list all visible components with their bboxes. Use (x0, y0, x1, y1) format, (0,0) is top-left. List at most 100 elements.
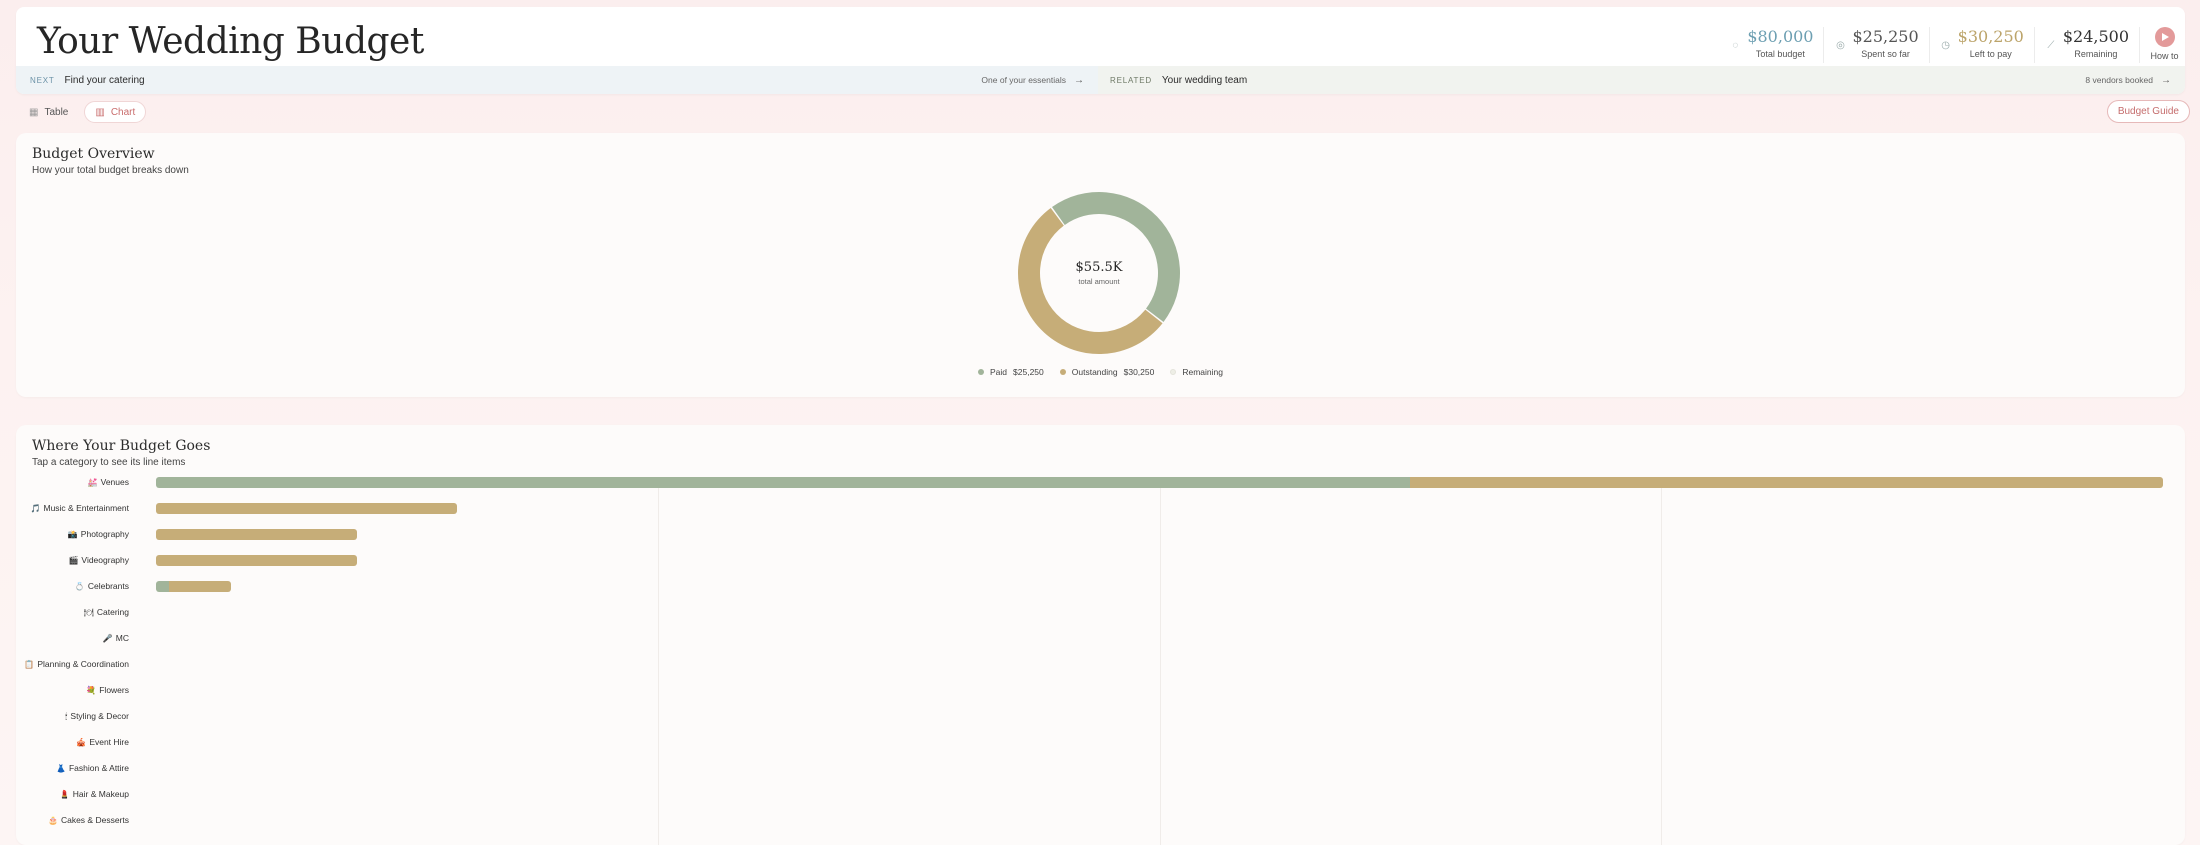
category-name: MC (115, 633, 129, 643)
gridline (1661, 480, 1663, 845)
legend-label: Outstanding (1071, 367, 1118, 377)
legend-value: $25,250 (1013, 367, 1044, 377)
category-label[interactable]: 🎤 MC (103, 633, 129, 643)
category-icon: 📸 (67, 530, 78, 539)
category-name: Celebrants (87, 581, 129, 591)
category-label[interactable]: 🎪 Event Hire (76, 737, 129, 747)
category-name: Event Hire (89, 737, 129, 747)
legend-label: Paid (990, 367, 1008, 377)
chart-view-button[interactable]: ▥ Chart (84, 101, 147, 123)
category-icon: 👗 (56, 764, 66, 773)
next-step-text: Find your catering (64, 74, 145, 86)
page-title: Your Wedding Budget (37, 21, 424, 62)
donut-total-label: total amount (1078, 277, 1120, 286)
stat-left-to-pay: ◷ $30,250 Left to pay (1928, 27, 2034, 63)
related-text: Your wedding team (1161, 74, 1248, 86)
legend-paid: Paid $25,250 (978, 367, 1044, 377)
bar-segment-outstanding[interactable] (1410, 476, 2163, 488)
table-view-button[interactable]: ▦ Table (19, 101, 78, 123)
stat-total-budget: ◌ $80,000 Total budget (1719, 27, 1823, 63)
chart-view-label: Chart (110, 106, 136, 118)
how-to-button[interactable]: How to (2139, 27, 2183, 63)
header-card: Your Wedding Budget ◌ $80,000 Total budg… (16, 7, 2185, 94)
category-icon: 🎪 (76, 738, 87, 747)
category-name: Videography (81, 555, 129, 565)
next-related-bar: NEXT Find your catering One of your esse… (16, 66, 2185, 94)
stat-label: Left to pay (1969, 49, 2012, 59)
category-label[interactable]: 🕯 Styling & Decor (65, 711, 129, 722)
stat-value: $24,500 (2062, 27, 2129, 46)
category-name: Music & Entertainment (43, 503, 129, 513)
category-name: Styling & Decor (70, 711, 129, 721)
category-icon: 🕯 (65, 712, 68, 721)
category-icon: 💐 (86, 686, 97, 695)
category-name: Catering (96, 607, 129, 617)
next-step-side: One of your essentials → (981, 75, 1084, 86)
category-icon: 🎤 (102, 634, 113, 643)
bar-segment-outstanding[interactable] (156, 502, 458, 514)
category-name: Hair & Makeup (72, 789, 129, 799)
category-icon: 🎬 (68, 556, 79, 565)
trend-icon: ⟋ (2047, 40, 2055, 51)
category-name: Photography (80, 529, 129, 539)
bar-segment-paid[interactable] (156, 580, 169, 592)
bar-segment-outstanding[interactable] (156, 554, 357, 566)
view-toggle: ▦ Table ▥ Chart (19, 101, 147, 123)
bar-segment-outstanding[interactable] (156, 528, 357, 540)
chart-icon: ▥ (95, 106, 105, 118)
next-step-hint: One of your essentials (981, 75, 1066, 85)
category-name: Fashion & Attire (68, 763, 129, 773)
legend-dot (978, 369, 985, 375)
category-label[interactable]: 🎵 Music & Entertainment (31, 503, 129, 513)
budget-stats: ◌ $80,000 Total budget ◎ $25,250 Spent s… (1719, 25, 2185, 65)
budget-breakdown-card: Where Your Budget Goes Tap a category to… (16, 425, 2185, 845)
category-icon: 🎵 (30, 504, 41, 513)
stat-spent: ◎ $25,250 Spent so far (1823, 27, 1928, 63)
category-label[interactable]: 📸 Photography (68, 529, 129, 539)
category-label[interactable]: 📋 Planning & Coordination (24, 659, 129, 669)
related-link[interactable]: RELATED Your wedding team 8 vendors book… (1098, 66, 2185, 94)
legend-outstanding: Outstanding $30,250 (1059, 367, 1155, 377)
category-label[interactable]: 💍 Celebrants (75, 581, 129, 591)
budget-guide-button[interactable]: Budget Guide (2106, 100, 2190, 123)
play-icon[interactable] (2154, 27, 2175, 47)
legend-label: Remaining (1182, 367, 1223, 377)
gridline (1159, 480, 1161, 845)
stat-label: Spent so far (1861, 49, 1910, 59)
category-label[interactable]: 💐 Flowers (86, 685, 129, 695)
next-step-link[interactable]: NEXT Find your catering One of your esse… (16, 66, 1098, 94)
category-label[interactable]: 💄 Hair & Makeup (60, 789, 129, 799)
bar-segment-paid[interactable] (156, 476, 1411, 488)
category-name: Planning & Coordination (37, 659, 129, 669)
donut-total: $55.5K (1075, 260, 1123, 275)
category-icon: 🎂 (48, 816, 58, 825)
category-icon: 🍽 (83, 608, 94, 617)
category-icon: 💍 (74, 582, 85, 591)
category-name: Venues (100, 477, 129, 487)
overview-title: Budget Overview (32, 146, 155, 162)
stat-value: $80,000 (1747, 27, 1814, 46)
legend-dot (1170, 369, 1177, 375)
category-label[interactable]: 🎂 Cakes & Desserts (48, 815, 129, 825)
category-label[interactable]: 👗 Fashion & Attire (56, 763, 129, 773)
category-icon: 💄 (59, 790, 70, 799)
gridline (657, 480, 659, 845)
legend-value: $30,250 (1123, 367, 1155, 377)
table-icon: ▦ (29, 106, 39, 118)
stat-remaining: ⟋ $24,500 Remaining (2033, 27, 2139, 63)
related-hint: 8 vendors booked (2085, 75, 2153, 85)
stat-value: $30,250 (1957, 27, 2024, 46)
related-side: 8 vendors booked → (2085, 75, 2171, 86)
category-label[interactable]: 💒 Venues (88, 477, 129, 487)
donut-legend: Paid $25,250 Outstanding $30,250 Remaini… (16, 367, 2185, 377)
check-circle-icon: ◎ (1836, 40, 1845, 51)
category-name: Flowers (99, 685, 129, 695)
legend-dot (1059, 369, 1066, 375)
clock-icon: ◷ (1941, 40, 1951, 51)
next-tag: NEXT (30, 75, 55, 85)
category-label[interactable]: 🍽 Catering (84, 607, 129, 617)
stat-label: Total budget (1755, 49, 1805, 59)
category-label[interactable]: 🎬 Videography (68, 555, 129, 565)
overview-subtitle: How your total budget breaks down (32, 165, 189, 176)
bar-segment-outstanding[interactable] (168, 580, 232, 592)
